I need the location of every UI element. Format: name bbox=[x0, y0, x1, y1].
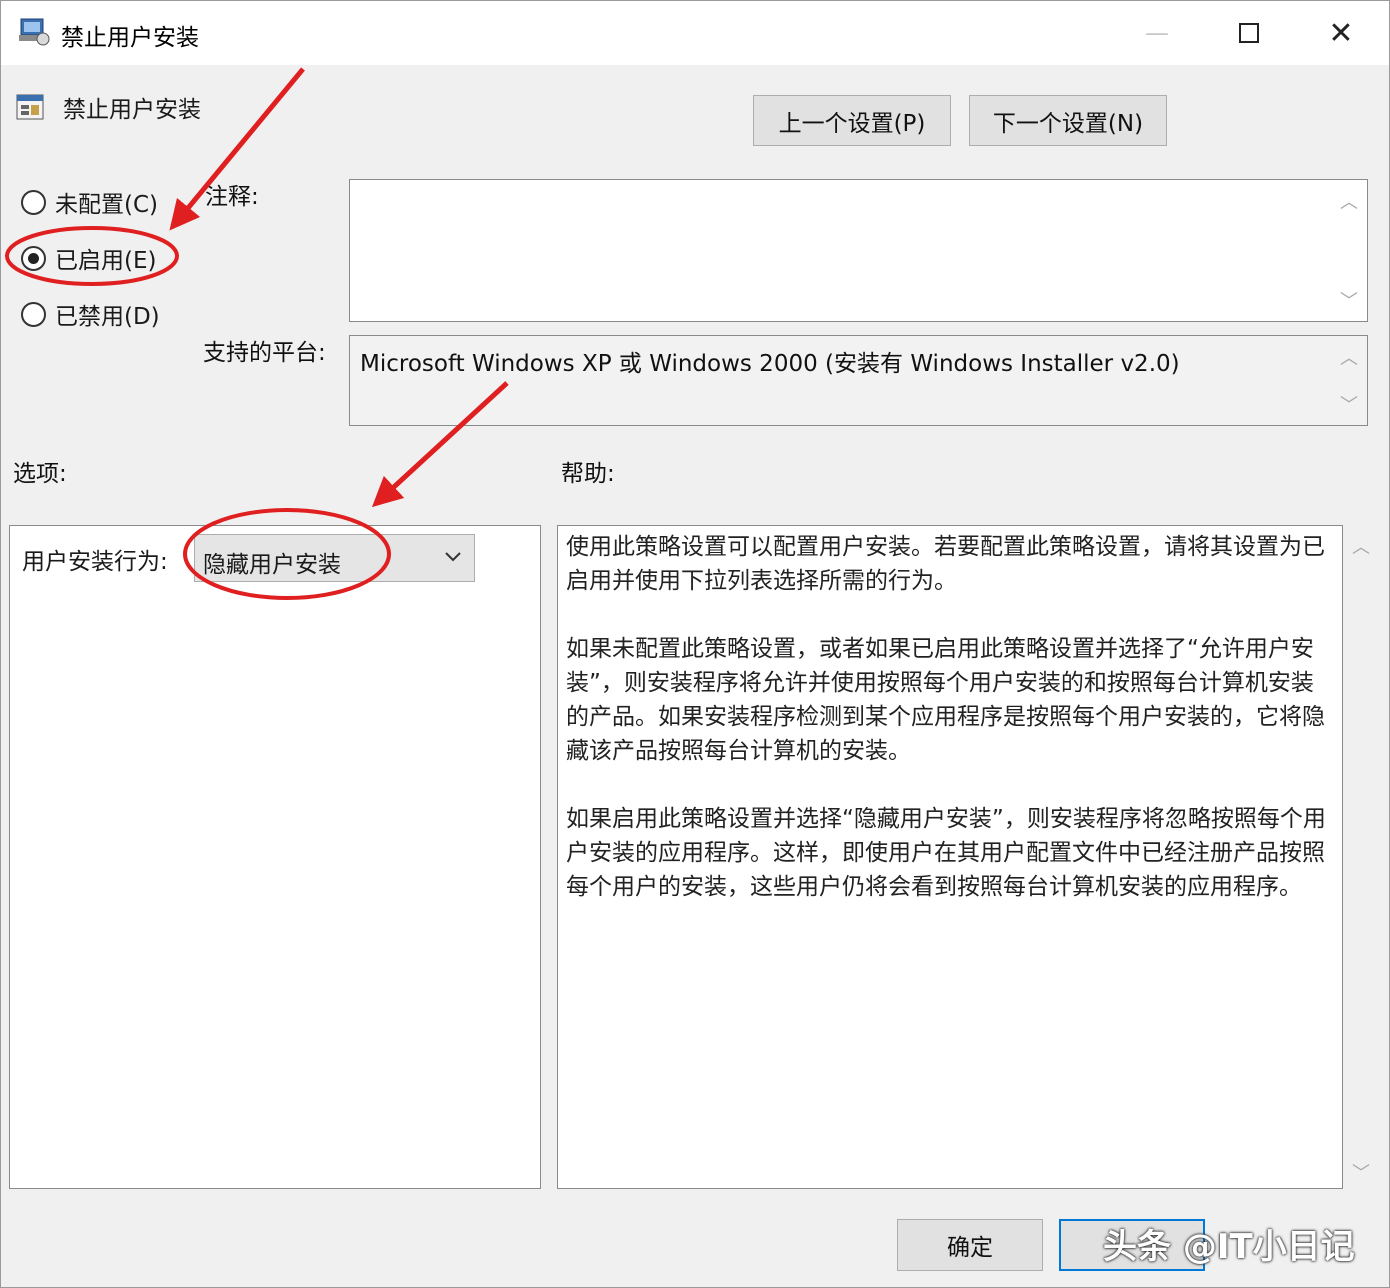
radio-indicator-checked[interactable] bbox=[21, 245, 46, 271]
policy-setting-icon bbox=[16, 94, 44, 120]
help-paragraph: 使用此策略设置可以配置用户安装。若要配置此策略设置，请将其设置为已启用并使用下拉… bbox=[566, 534, 1325, 594]
policy-name: 禁止用户安装 bbox=[63, 97, 201, 123]
radio-label: 未配置(C) bbox=[55, 192, 159, 218]
radio-enabled[interactable]: 已启用(E) bbox=[21, 241, 156, 275]
install-behavior-dropdown[interactable]: 隐藏用户安装 bbox=[194, 534, 475, 582]
help-text: 使用此策略设置可以配置用户安装。若要配置此策略设置，请将其设置为已启用并使用下拉… bbox=[566, 530, 1336, 938]
help-paragraph: 如果启用此策略设置并选择“隐藏用户安装”，则安装程序将忽略按照每个用户安装的应用… bbox=[566, 806, 1326, 900]
scroll-up-icon[interactable]: ︿ bbox=[1331, 344, 1367, 370]
comment-scrollbar[interactable]: ︿ ﹀ bbox=[1331, 180, 1367, 321]
chevron-down-icon bbox=[445, 552, 461, 562]
close-button[interactable]: ✕ bbox=[1295, 1, 1387, 65]
dropdown-value: 隐藏用户安装 bbox=[203, 552, 341, 578]
minimize-icon: — bbox=[1145, 19, 1169, 47]
watermark: 头条 @IT小日记 bbox=[1103, 1227, 1355, 1267]
scroll-down-icon[interactable]: ﹀ bbox=[1343, 1159, 1379, 1185]
policy-dialog: 禁止用户安装 — ✕ 禁止用户安装 上一个设置(P) 下一个设置(N) 未配置(… bbox=[0, 0, 1390, 1288]
scroll-up-icon[interactable]: ︿ bbox=[1343, 533, 1379, 559]
scroll-down-icon[interactable]: ﹀ bbox=[1331, 391, 1367, 417]
radio-indicator[interactable] bbox=[21, 189, 46, 215]
maximize-icon bbox=[1239, 23, 1259, 43]
ok-button[interactable]: 确定 bbox=[897, 1219, 1043, 1271]
install-behavior-label: 用户安装行为: bbox=[22, 549, 168, 575]
close-icon: ✕ bbox=[1328, 15, 1354, 51]
help-heading: 帮助: bbox=[561, 461, 615, 487]
options-heading: 选项: bbox=[13, 461, 67, 487]
title-bar: 禁止用户安装 — ✕ bbox=[1, 1, 1389, 65]
radio-disabled[interactable]: 已禁用(D) bbox=[21, 297, 160, 331]
next-setting-button[interactable]: 下一个设置(N) bbox=[969, 95, 1167, 146]
platform-value: Microsoft Windows XP 或 Windows 2000 (安装有… bbox=[360, 351, 1180, 377]
platform-label: 支持的平台: bbox=[203, 340, 326, 366]
scroll-up-icon[interactable]: ︿ bbox=[1331, 188, 1367, 214]
platform-scrollbar[interactable]: ︿ ﹀ bbox=[1331, 336, 1367, 425]
radio-label: 已启用(E) bbox=[55, 248, 157, 274]
radio-indicator[interactable] bbox=[21, 301, 46, 327]
help-scrollbar[interactable]: ︿ ﹀ bbox=[1343, 525, 1377, 1189]
maximize-button[interactable] bbox=[1203, 1, 1295, 65]
help-paragraph: 如果未配置此策略设置，或者如果已启用此策略设置并选择了“允许用户安装”，则安装程… bbox=[566, 636, 1325, 764]
comment-textarea[interactable]: ︿ ﹀ bbox=[349, 179, 1368, 322]
help-panel: 使用此策略设置可以配置用户安装。若要配置此策略设置，请将其设置为已启用并使用下拉… bbox=[557, 525, 1343, 1189]
window-title: 禁止用户安装 bbox=[61, 25, 199, 51]
radio-not-configured[interactable]: 未配置(C) bbox=[21, 185, 158, 219]
radio-label: 已禁用(D) bbox=[55, 304, 160, 330]
policy-app-icon bbox=[19, 18, 50, 46]
comment-label: 注释: bbox=[205, 184, 259, 210]
minimize-button[interactable]: — bbox=[1111, 1, 1203, 65]
options-panel: 用户安装行为: 隐藏用户安装 bbox=[9, 525, 541, 1189]
previous-setting-button[interactable]: 上一个设置(P) bbox=[753, 95, 951, 146]
scroll-down-icon[interactable]: ﹀ bbox=[1331, 287, 1367, 313]
platform-field: Microsoft Windows XP 或 Windows 2000 (安装有… bbox=[349, 335, 1368, 426]
